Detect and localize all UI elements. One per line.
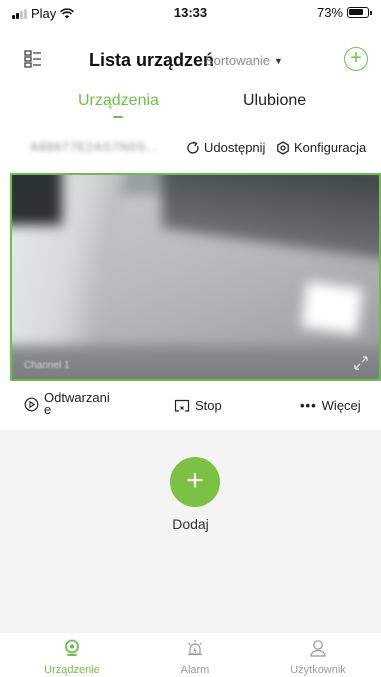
stop-button[interactable]: Stop bbox=[174, 398, 222, 413]
nav-item-device[interactable]: Urządzenie bbox=[22, 639, 122, 676]
share-icon bbox=[187, 140, 199, 154]
device-row: A88677E2AS7N0S... Udostępnij Konfiguracj… bbox=[0, 136, 381, 160]
playback-button[interactable]: Odtwarzani e bbox=[24, 390, 116, 417]
alarm-icon bbox=[188, 640, 202, 656]
active-tab-indicator bbox=[113, 116, 123, 118]
fullscreen-icon[interactable] bbox=[353, 355, 369, 371]
add-device-label: Dodaj bbox=[172, 516, 209, 532]
config-label: Konfiguracja bbox=[294, 140, 367, 155]
nav-item-user[interactable]: Użytkownik bbox=[268, 639, 368, 676]
battery-percent: 73% bbox=[316, 5, 343, 20]
page-title: Lista urządzeń bbox=[89, 50, 215, 70]
play-circle-icon bbox=[24, 397, 39, 411]
playback-controls: Odtwarzani e Stop ••• Więcej bbox=[0, 384, 381, 428]
stop-icon bbox=[174, 399, 190, 412]
share-button[interactable]: Udostępnij bbox=[186, 140, 265, 155]
list-view-icon[interactable] bbox=[24, 50, 42, 68]
nav-item-alarm[interactable]: Alarm bbox=[145, 639, 245, 676]
nav-label-alarm: Alarm bbox=[180, 664, 210, 676]
nav-label-user: Użytkownik bbox=[290, 664, 346, 676]
playback-label: Odtwarzani e bbox=[44, 390, 110, 417]
channel-label: Channel 1 bbox=[24, 360, 70, 371]
more-button[interactable]: ••• Więcej bbox=[300, 398, 361, 413]
status-bar: Play 13:33 73% bbox=[0, 0, 381, 24]
tab-favorites[interactable]: Ulubione bbox=[243, 92, 306, 110]
add-device-icon-button[interactable]: + bbox=[344, 47, 368, 71]
sort-dropdown[interactable]: Sortowanie ▼ bbox=[205, 53, 283, 68]
bottom-nav: Urządzenie Alarm Użytkownik bbox=[0, 633, 381, 677]
gear-icon bbox=[277, 140, 289, 155]
add-device-button[interactable]: + bbox=[170, 457, 220, 507]
camera-frame bbox=[12, 175, 379, 379]
tab-bar: Urządzenia Ulubione bbox=[0, 90, 381, 122]
add-device-area: + Dodaj bbox=[0, 430, 381, 633]
camera-icon bbox=[65, 639, 79, 656]
status-right: 73% bbox=[316, 5, 372, 20]
caret-down-icon: ▼ bbox=[274, 55, 283, 66]
more-dots-icon: ••• bbox=[300, 398, 317, 413]
tab-devices[interactable]: Urządzenia bbox=[78, 92, 159, 110]
camera-preview[interactable]: Channel 1 bbox=[10, 173, 381, 381]
user-icon bbox=[310, 640, 326, 657]
header: Lista urządzeń Sortowanie ▼ + bbox=[0, 40, 381, 80]
sort-label: Sortowanie bbox=[205, 53, 271, 68]
battery-icon bbox=[347, 7, 372, 18]
nav-label-device: Urządzenie bbox=[44, 664, 100, 676]
share-label: Udostępnij bbox=[204, 140, 266, 155]
stop-label: Stop bbox=[195, 398, 222, 413]
config-button[interactable]: Konfiguracja bbox=[276, 140, 366, 155]
more-label: Więcej bbox=[321, 398, 361, 413]
device-id: A88677E2AS7N0S... bbox=[30, 140, 160, 154]
